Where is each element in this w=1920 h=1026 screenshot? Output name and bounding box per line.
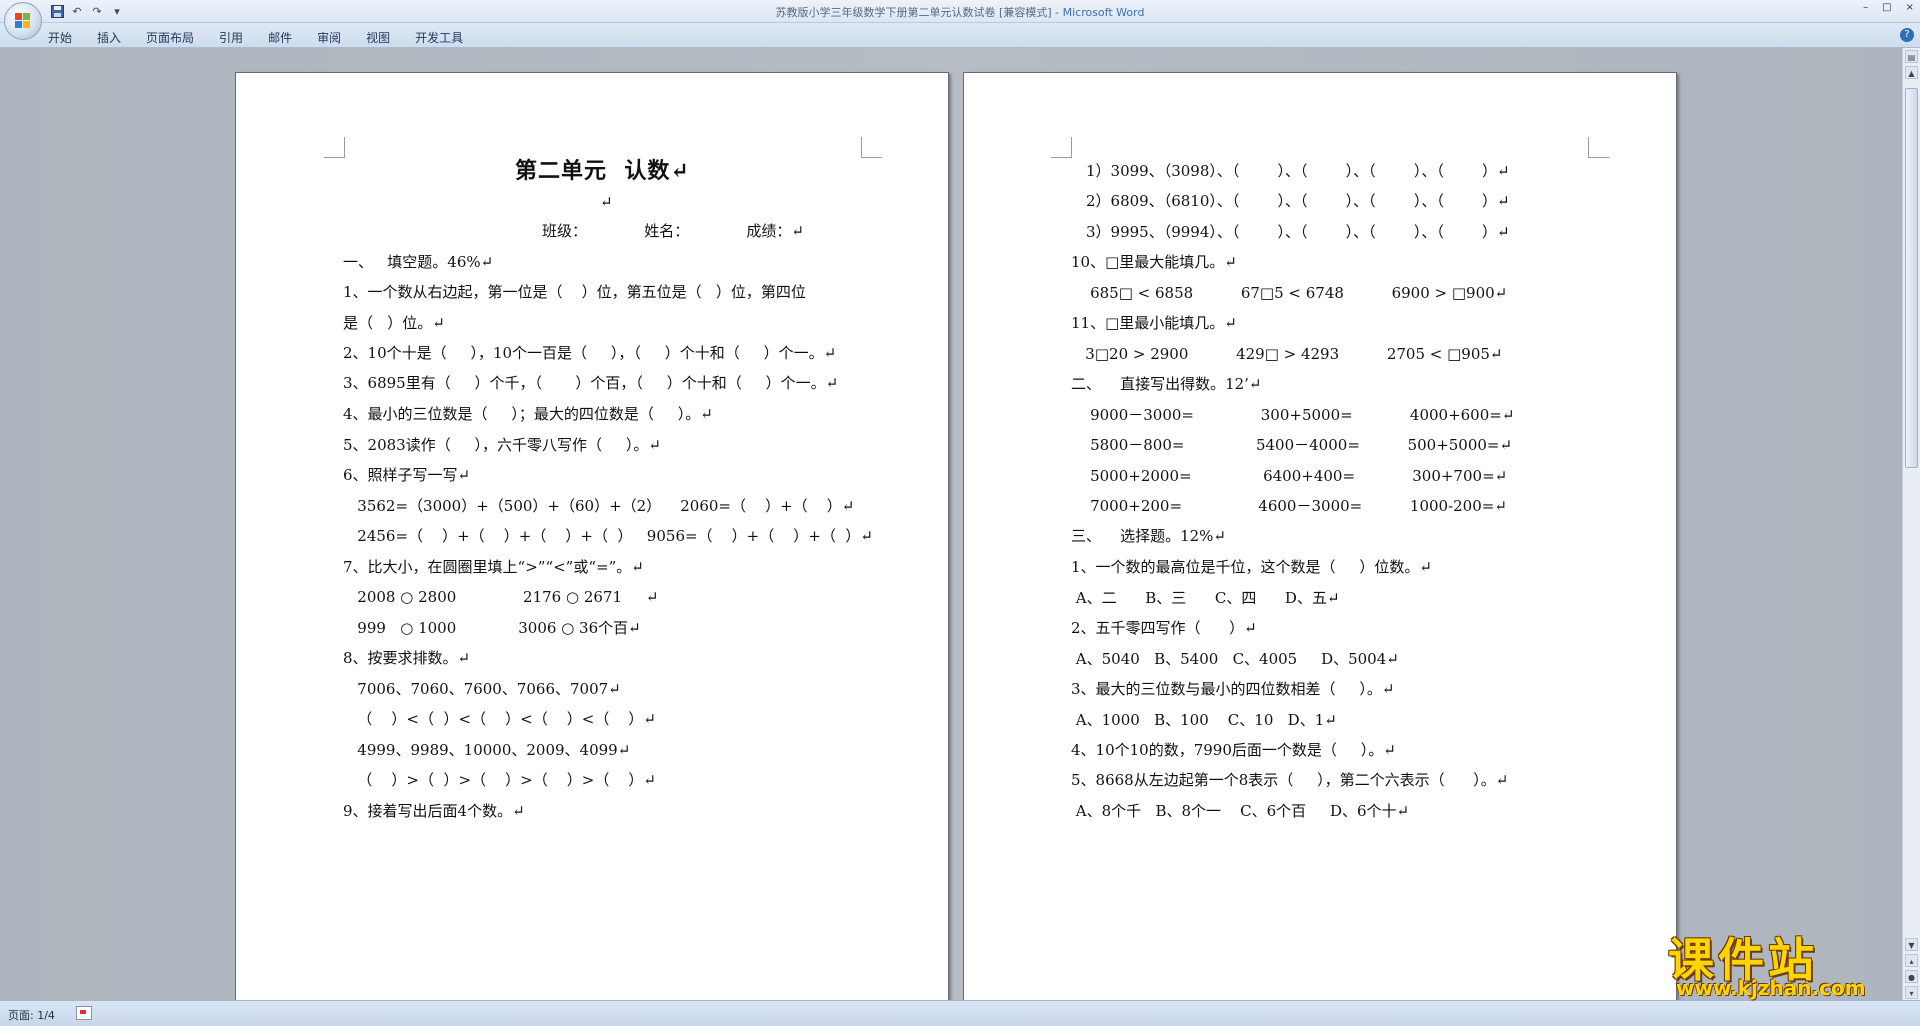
- section-heading-choice: 三、 选择题。12%↵: [1071, 527, 1226, 545]
- maximize-icon[interactable]: □: [1882, 2, 1891, 13]
- document-page-2[interactable]: 1）3099、（3098）、（ ）、（ ）、（ ）、（ ）↵ 2）6809、（6…: [963, 72, 1677, 1000]
- header-class-name-score: 班级： 姓名： 成绩：↵: [542, 222, 805, 240]
- question-line: 2008 ○ 2800 2176 ○ 2671 ↵: [343, 588, 659, 606]
- paragraph-empty: ↵: [600, 193, 613, 211]
- tab-references[interactable]: 引用: [219, 27, 243, 48]
- watermark-url: www.kjzhan.com: [1676, 976, 1866, 1000]
- crop-mark: [324, 137, 345, 158]
- select-browse-object-icon[interactable]: ●: [1905, 970, 1918, 983]
- question-line: 3、6895里有（ ）个千，（ ）个百，（ ）个十和（ ）个一。↵: [343, 374, 839, 392]
- document-name: 苏教版小学三年级数学下册第二单元认数试卷 [兼容模式]: [775, 6, 1052, 19]
- question-line: 7000+200= 4600－3000= 1000-200=↵: [1071, 497, 1507, 515]
- question-line: 2456=（ ）+（ ）+（ ）+（ ） 9056=（ ）+（ ）+（ ）↵: [343, 527, 873, 545]
- close-icon[interactable]: ×: [1906, 2, 1914, 13]
- question-line: 4、10个10的数，7990后面一个数是（ ）。↵: [1071, 741, 1396, 759]
- next-page-icon[interactable]: ▾: [1905, 986, 1918, 999]
- vertical-scrollbar[interactable]: ▤ ▲ ▼ ▴ ● ▾: [1902, 48, 1920, 1000]
- status-bar: 页面: 1/4: [0, 1000, 1920, 1026]
- question-line: A、8个千 B、8个一 C、6个百 D、6个十↵: [1071, 802, 1410, 820]
- title-bar: ↶ ↷ ▾ 苏教版小学三年级数学下册第二单元认数试卷 [兼容模式] - Micr…: [0, 0, 1920, 40]
- help-icon[interactable]: ?: [1900, 28, 1914, 42]
- question-line: 3、最大的三位数与最小的四位数相差（ ）。↵: [1071, 680, 1395, 698]
- question-line: 3562=（3000）+（500）+（60）+（2） 2060=（ ）+（ ）↵: [343, 497, 855, 515]
- question-line: 999 ○ 1000 3006 ○ 36个百↵: [343, 619, 641, 637]
- ribbon-tabs: 开始 插入 页面布局 引用 邮件 审阅 视图 开发工具: [48, 27, 488, 48]
- document-page-1[interactable]: 第二单元 认数↵ ↵ 班级： 姓名： 成绩：↵ 一、 填空题。46%↵ 1、一个…: [235, 72, 949, 1000]
- tab-insert[interactable]: 插入: [97, 27, 121, 48]
- question-line: 4999、9989、10000、2009、4099↵: [343, 741, 631, 759]
- question-line: 1、一个数从右边起，第一位是（ ）位，第五位是（ ）位，第四位: [343, 283, 806, 301]
- section-heading-fill-blank: 一、 填空题。46%↵: [343, 253, 494, 271]
- watermark-logo: 课件站 www.kjzhan.com: [1668, 924, 1906, 1000]
- ribbon: 开始 插入 页面布局 引用 邮件 审阅 视图 开发工具 ?: [0, 23, 1920, 48]
- question-line: 10、□里最大能填几。↵: [1071, 253, 1237, 271]
- scroll-up-icon[interactable]: ▲: [1905, 66, 1918, 79]
- question-line: 5800－800= 5400－4000= 500+5000=↵: [1071, 436, 1513, 454]
- question-line: 4、最小的三位数是（ ）；最大的四位数是（ ）。↵: [343, 405, 713, 423]
- question-line: 2）6809、（6810）、（ ）、（ ）、（ ）、（ ）↵: [1086, 192, 1510, 210]
- question-line: 685□ < 6858 67□5 < 6748 6900 > □900↵: [1071, 284, 1508, 302]
- question-line: 1）3099、（3098）、（ ）、（ ）、（ ）、（ ）↵: [1086, 162, 1510, 180]
- title-separator: -: [1051, 6, 1063, 19]
- question-line: （ ）>（ ）>（ ）>（ ）>（ ）↵: [343, 771, 656, 789]
- question-line: 3□20 > 2900 429□ > 4293 2705 < □905↵: [1071, 345, 1503, 363]
- question-line: 11、□里最小能填几。↵: [1071, 314, 1237, 332]
- question-line: 2、10个十是（ ），10个一百是（ ），（ ）个十和（ ）个一。↵: [343, 344, 837, 362]
- page-title: 第二单元 认数↵: [515, 158, 690, 184]
- previous-page-icon[interactable]: ▴: [1905, 954, 1918, 967]
- scroll-thumb[interactable]: [1905, 88, 1918, 468]
- tab-view[interactable]: 视图: [366, 27, 390, 48]
- tab-home[interactable]: 开始: [48, 27, 72, 48]
- app-name: Microsoft Word: [1062, 6, 1145, 19]
- question-line: 5、8668从左边起第一个8表示（ ），第二个六表示（ ）。↵: [1071, 771, 1509, 789]
- scroll-down-icon[interactable]: ▼: [1905, 938, 1918, 951]
- question-line: A、二 B、三 C、四 D、五↵: [1071, 589, 1340, 607]
- question-line: A、1000 B、100 C、10 D、1↵: [1071, 711, 1337, 729]
- tab-review[interactable]: 审阅: [317, 27, 341, 48]
- question-line: 9、接着写出后面4个数。↵: [343, 802, 525, 820]
- question-line: A、5040 B、5400 C、4005 D、5004↵: [1071, 650, 1399, 668]
- crop-mark: [1588, 137, 1609, 158]
- minimize-icon[interactable]: –: [1863, 2, 1868, 13]
- question-line: 是（ ）位。↵: [343, 314, 445, 332]
- question-line: 5、2083读作（ ），六千零八写作（ ）。↵: [343, 436, 661, 454]
- ruler-toggle-icon[interactable]: ▤: [1905, 50, 1918, 63]
- question-line: 8、按要求排数。↵: [343, 649, 471, 667]
- question-line: 6、照样子写一写↵: [343, 466, 471, 484]
- window-title: 苏教版小学三年级数学下册第二单元认数试卷 [兼容模式] - Microsoft …: [0, 4, 1920, 20]
- question-line: （ ）<（ ）<（ ）<（ ）<（ ）↵: [343, 710, 656, 728]
- office-logo-icon: [15, 13, 31, 29]
- question-line: 7、比大小，在圆圈里填上“>”“<”或“=”。↵: [343, 558, 644, 576]
- tab-page-layout[interactable]: 页面布局: [146, 27, 194, 48]
- proofing-icon[interactable]: [76, 1006, 92, 1020]
- tab-mailings[interactable]: 邮件: [268, 27, 292, 48]
- question-line: 5000+2000= 6400+400= 300+700=↵: [1071, 467, 1508, 485]
- question-line: 3）9995、（9994）、（ ）、（ ）、（ ）、（ ）↵: [1086, 223, 1510, 241]
- question-line: 9000－3000= 300+5000= 4000+600=↵: [1071, 406, 1515, 424]
- office-button[interactable]: [4, 2, 42, 40]
- crop-mark: [1051, 137, 1072, 158]
- status-page-number[interactable]: 页面: 1/4: [8, 1007, 55, 1023]
- section-heading-calc: 二、 直接写出得数。12’↵: [1071, 375, 1262, 393]
- crop-mark: [861, 137, 882, 158]
- question-line: 1、一个数的最高位是千位，这个数是（ ）位数。↵: [1071, 558, 1432, 576]
- window-controls: – □ ×: [1863, 2, 1914, 13]
- question-line: 7006、7060、7600、7066、7007↵: [343, 680, 621, 698]
- tab-developer[interactable]: 开发工具: [415, 27, 463, 48]
- question-line: 2、五千零四写作（ ）↵: [1071, 619, 1257, 637]
- document-workspace[interactable]: 第二单元 认数↵ ↵ 班级： 姓名： 成绩：↵ 一、 填空题。46%↵ 1、一个…: [0, 48, 1903, 1000]
